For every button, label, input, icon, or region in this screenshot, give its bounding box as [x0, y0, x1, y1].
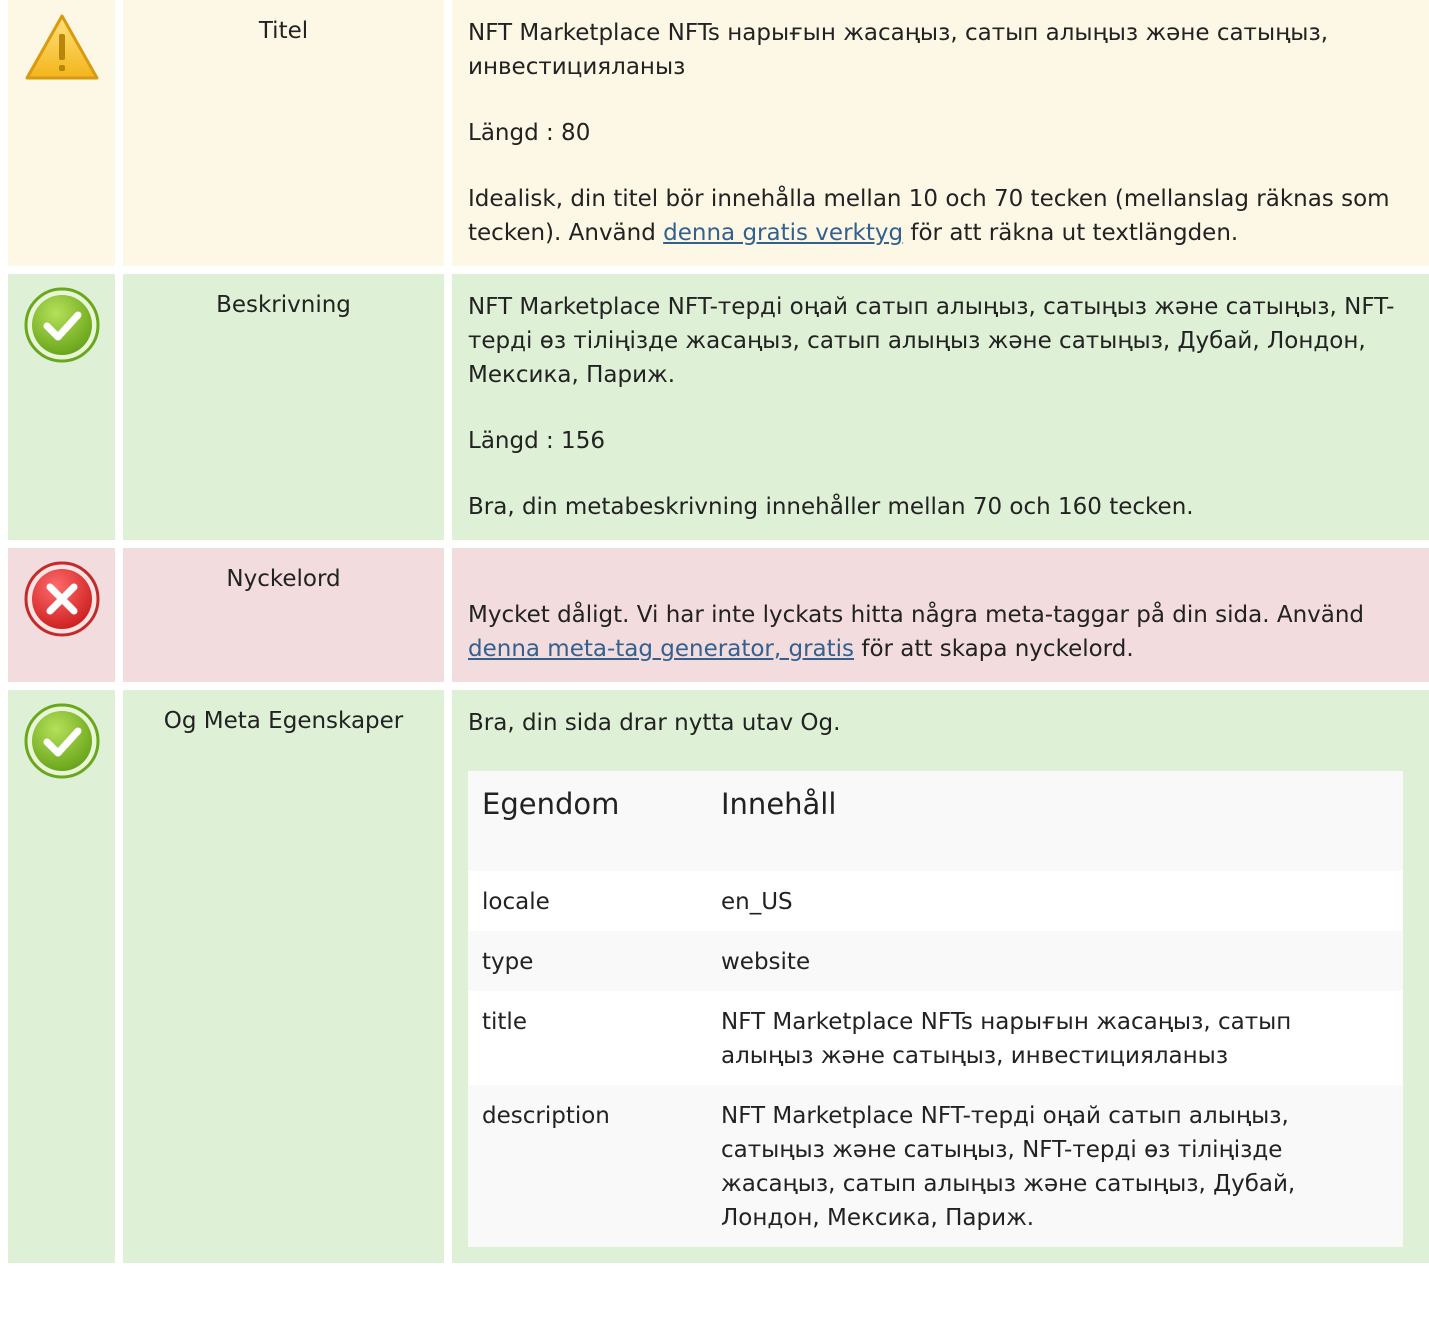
content-cell: NFT Marketplace NFTs нарығын жасаңыз, са… — [707, 991, 1403, 1085]
warning-icon — [25, 14, 98, 80]
check-icon — [24, 703, 99, 779]
description-advice: Bra, din metabeskrivning innehåller mell… — [468, 494, 1194, 520]
table-row: locale en_US — [468, 871, 1403, 931]
description-length: Längd : 156 — [468, 428, 605, 454]
content-cell: en_US — [707, 871, 1403, 931]
table-row: title NFT Marketplace NFTs нарығын жасаң… — [468, 991, 1403, 1085]
keywords-details: Mycket dåligt. Vi har inte lyckats hitta… — [452, 548, 1429, 682]
description-value: NFT Marketplace NFT-терді оңай сатып алы… — [468, 294, 1395, 388]
header-content: Innehåll — [707, 771, 1403, 871]
property-cell: title — [468, 991, 707, 1085]
title-length: Längd : 80 — [468, 120, 591, 146]
keywords-row: Nyckelord Mycket dåligt. Vi har inte lyc… — [0, 548, 1429, 682]
keywords-label: Nyckelord — [123, 548, 444, 682]
title-advice: Idealisk, din titel bör innehålla mellan… — [468, 182, 1415, 250]
status-cell — [8, 548, 115, 682]
title-advice-suffix: för att räkna ut textlängden. — [903, 220, 1239, 246]
content-cell: NFT Marketplace NFT-терді оңай сатып алы… — [707, 1085, 1403, 1247]
description-row: Beskrivning NFT Marketplace NFT-терді оң… — [0, 274, 1429, 540]
table-row: type website — [468, 931, 1403, 991]
og-advice: Bra, din sida drar nytta utav Og. — [468, 710, 841, 736]
seo-report: Titel NFT Marketplace NFTs нарығын жасаң… — [0, 0, 1429, 1271]
property-cell: description — [468, 1085, 707, 1247]
table-header-row: Egendom Innehåll — [468, 771, 1403, 871]
status-cell — [8, 0, 115, 266]
description-details: NFT Marketplace NFT-терді оңай сатып алы… — [452, 274, 1429, 540]
keywords-advice-text: Mycket dåligt. Vi har inte lyckats hitta… — [468, 602, 1365, 628]
description-label: Beskrivning — [123, 274, 444, 540]
title-label: Titel — [123, 0, 444, 266]
table-row: description NFT Marketplace NFT-терді оң… — [468, 1085, 1403, 1247]
content-cell: website — [707, 931, 1403, 991]
og-label: Og Meta Egenskaper — [123, 690, 444, 1263]
title-row: Titel NFT Marketplace NFTs нарығын жасаң… — [0, 0, 1429, 266]
status-cell — [8, 690, 115, 1263]
header-property: Egendom — [468, 771, 707, 871]
text-length-tool-link[interactable]: denna gratis verktyg — [663, 220, 903, 246]
error-icon — [24, 561, 99, 637]
property-cell: locale — [468, 871, 707, 931]
title-details: NFT Marketplace NFTs нарығын жасаңыз, са… — [452, 0, 1429, 266]
status-cell — [8, 274, 115, 540]
og-details: Bra, din sida drar nytta utav Og. Egendo… — [452, 690, 1429, 1263]
property-cell: type — [468, 931, 707, 991]
keywords-advice: Mycket dåligt. Vi har inte lyckats hitta… — [468, 598, 1415, 666]
keywords-advice-suffix: för att skapa nyckelord. — [854, 636, 1134, 662]
og-row: Og Meta Egenskaper Bra, din sida drar ny… — [0, 690, 1429, 1263]
og-properties-table: Egendom Innehåll locale en_US type websi… — [468, 771, 1403, 1247]
check-icon — [24, 287, 99, 363]
title-value: NFT Marketplace NFTs нарығын жасаңыз, са… — [468, 20, 1329, 80]
meta-tag-generator-link[interactable]: denna meta-tag generator, gratis — [468, 636, 854, 662]
